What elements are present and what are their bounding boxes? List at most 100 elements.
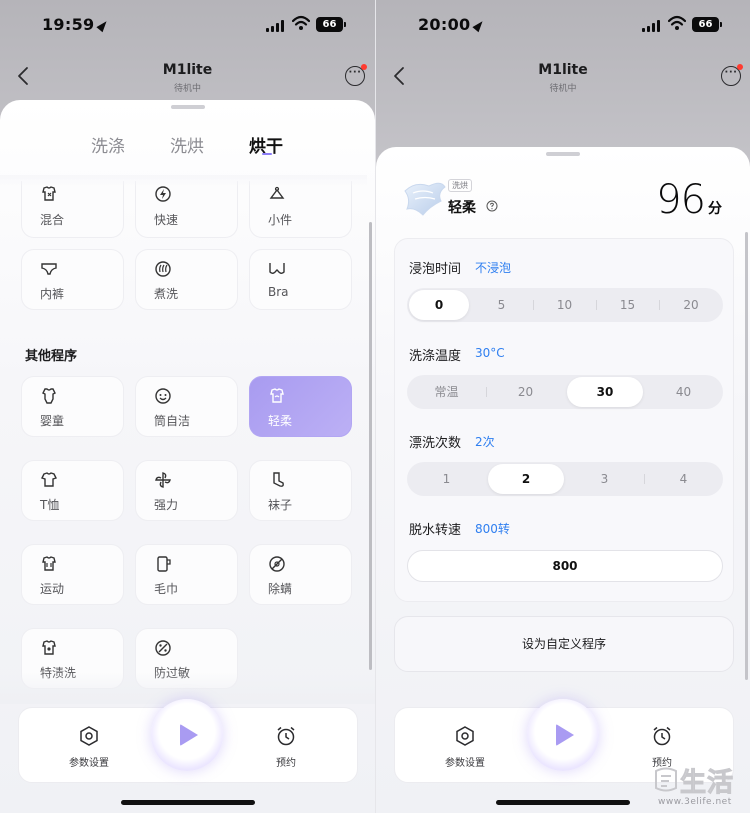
spin-speed-label: 脱水转速	[409, 523, 462, 538]
location-arrow-icon	[472, 18, 487, 33]
watermark-text: 生活	[679, 768, 735, 799]
program-powerful[interactable]: 强力	[135, 460, 238, 521]
program-bra[interactable]: Bra	[249, 249, 352, 310]
play-icon	[556, 724, 574, 746]
section-title-other: 其他程序	[25, 349, 78, 364]
play-icon	[180, 724, 198, 746]
wash-temp-label: 洗涤温度	[409, 349, 462, 364]
program-tshirt[interactable]: T恤	[21, 460, 124, 521]
home-indicator[interactable]	[496, 800, 630, 805]
location-arrow-icon	[96, 18, 111, 33]
soak-option-0[interactable]: 0	[409, 290, 469, 320]
program-underwear[interactable]: 内裤	[21, 249, 124, 310]
rinse-option-1[interactable]: 1	[407, 462, 486, 496]
rinse-option-3[interactable]: 3	[565, 462, 644, 496]
stain-wash-icon	[42, 640, 56, 655]
wifi-icon	[668, 15, 686, 30]
program-list-scrollbar[interactable]	[369, 222, 372, 670]
temp-option-30[interactable]: 30	[567, 377, 643, 407]
parameter-settings-button[interactable]: 参数设置	[59, 725, 119, 769]
sheet-grabber[interactable]	[546, 152, 580, 156]
spin-speed-value: 800转	[475, 522, 510, 536]
program-category-tag: 洗烘	[448, 179, 472, 192]
status-time: 20:00	[418, 15, 487, 34]
program-mixed[interactable]: 混合	[21, 181, 124, 238]
soak-option-5[interactable]: 5	[470, 288, 533, 322]
start-button[interactable]	[151, 699, 223, 771]
program-small-items[interactable]: 小件	[249, 181, 352, 238]
rinse-count-value: 2次	[475, 435, 495, 449]
sheet-grabber[interactable]	[170, 105, 205, 109]
alarm-clock-icon	[653, 726, 671, 746]
program-towel[interactable]: 毛巾	[135, 544, 238, 605]
wash-temp-value: 30°C	[475, 346, 505, 360]
soak-option-10[interactable]: 10	[533, 288, 596, 322]
watermark: 生活 www.3elife.net	[652, 766, 750, 813]
program-anti-mite[interactable]: 除螨	[249, 544, 352, 605]
hexagon-settings-icon	[80, 726, 98, 746]
hexagon-settings-icon	[456, 726, 474, 746]
spin-speed-slider[interactable]: 800	[407, 550, 723, 582]
notification-dot	[361, 64, 367, 70]
battery-icon: 66	[316, 17, 346, 32]
parameter-settings-button[interactable]: 参数设置	[435, 725, 495, 769]
parameter-panel: 浸泡时间 不浸泡 0 5 10 15 20 洗涤温度 30°C 常温 20 30…	[394, 238, 734, 602]
program-sports[interactable]: 运动	[21, 544, 124, 605]
tab-active-indicator	[262, 153, 272, 155]
sock-icon	[273, 472, 284, 487]
boil-wash-icon	[155, 261, 171, 277]
battery-icon: 66	[692, 17, 722, 32]
anti-mite-icon	[269, 556, 285, 572]
schedule-button[interactable]: 预约	[256, 725, 316, 769]
program-score: 96 分	[656, 177, 722, 223]
mixed-clothes-icon	[42, 186, 56, 201]
program-boil-wash[interactable]: 煮洗	[135, 249, 238, 310]
device-status: 待机中	[549, 84, 577, 94]
help-icon[interactable]	[486, 200, 498, 212]
program-socks[interactable]: 袜子	[249, 460, 352, 521]
temp-option-20[interactable]: 20	[486, 375, 565, 409]
tab-wash[interactable]: 洗涤	[91, 132, 125, 157]
program-gentle[interactable]: 轻柔	[249, 376, 352, 437]
status-time: 19:59	[42, 15, 111, 34]
baby-onesie-icon	[42, 388, 56, 404]
rinse-count-selector: 1 2 3 4	[407, 462, 723, 496]
temp-option-40[interactable]: 40	[644, 375, 723, 409]
drum-clean-icon	[155, 388, 171, 404]
soak-option-15[interactable]: 15	[596, 288, 659, 322]
rinse-option-4[interactable]: 4	[644, 462, 723, 496]
device-title: M1lite	[162, 62, 213, 78]
notification-dot	[737, 64, 743, 70]
soak-time-selector: 0 5 10 15 20	[407, 288, 723, 322]
device-status: 待机中	[173, 84, 201, 94]
program-baby[interactable]: 婴童	[21, 376, 124, 437]
program-drum-clean[interactable]: 筒自洁	[135, 376, 238, 437]
wifi-icon	[292, 15, 310, 30]
soak-time-label: 浸泡时间	[409, 262, 462, 277]
alarm-clock-icon	[277, 726, 295, 746]
start-button[interactable]	[527, 699, 599, 771]
sportswear-icon	[42, 556, 56, 571]
powerful-icon	[155, 472, 171, 488]
set-custom-program-button[interactable]: 设为自定义程序	[394, 616, 734, 672]
small-items-icon	[269, 186, 285, 199]
detail-scrollbar[interactable]	[745, 232, 748, 680]
tab-wash-dry[interactable]: 洗烘	[170, 132, 204, 157]
towel-icon	[157, 556, 171, 572]
program-quick[interactable]: 快速	[135, 181, 238, 238]
right-screen: 20:00 66 M1lite 待机中 ··· 洗烘 轻柔 96 分 浸泡时间 …	[375, 0, 750, 813]
rinse-option-2[interactable]: 2	[488, 464, 564, 494]
wash-temp-selector: 常温 20 30 40	[407, 375, 723, 409]
soak-option-20[interactable]: 20	[659, 288, 723, 322]
home-indicator[interactable]	[120, 800, 255, 805]
program-name: 轻柔	[448, 200, 476, 216]
lightning-icon	[155, 186, 171, 202]
rinse-count-label: 漂洗次数	[409, 436, 462, 451]
cellular-signal-icon	[266, 20, 286, 32]
status-bar: 20:00 66	[376, 0, 750, 48]
soak-time-value: 不浸泡	[475, 261, 512, 275]
anti-allergy-icon	[155, 640, 171, 656]
temp-option-normal[interactable]: 常温	[407, 375, 486, 409]
left-screen: 19:59 66 M1lite 待机中 ··· 洗涤 洗烘 烘干 混合 快速 小…	[0, 0, 375, 813]
status-bar: 19:59 66	[0, 0, 375, 48]
